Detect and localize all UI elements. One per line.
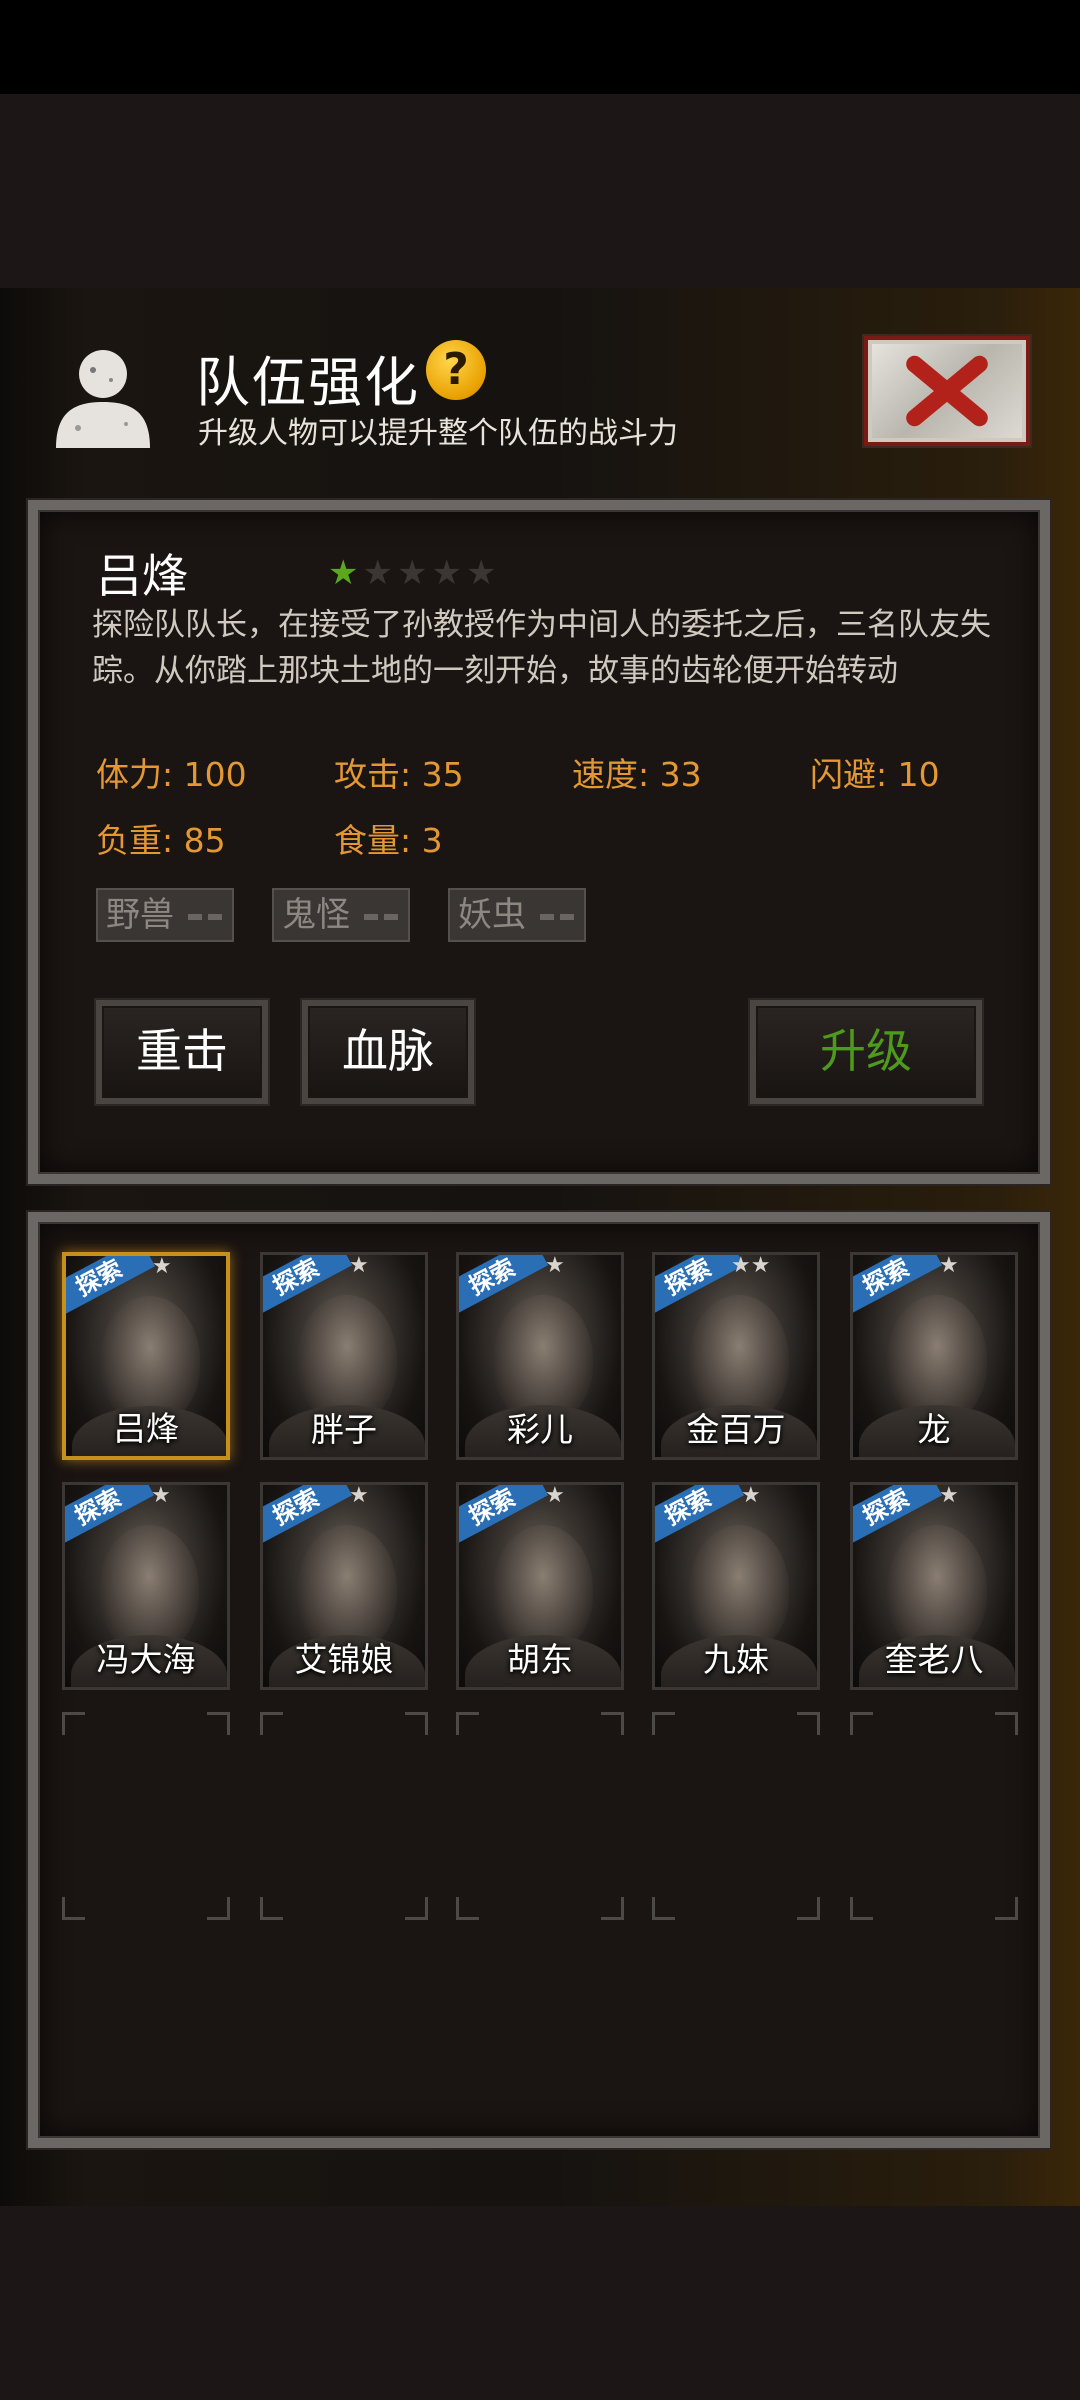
empty-slot <box>62 1712 230 1920</box>
empty-slot <box>456 1712 624 1920</box>
stat-dodge: 闪避: 10 <box>810 755 940 794</box>
star-icon: ★★ <box>731 1253 771 1278</box>
character-card-name: 金百万 <box>686 1410 786 1449</box>
stat-food: 食量: 3 <box>334 821 443 860</box>
character-card[interactable]: 探索 ★ 九妹 <box>652 1482 820 1690</box>
star-icon: ★ <box>741 1483 761 1508</box>
star-icon: ★ <box>545 1483 565 1508</box>
star-icon: ★ <box>362 553 393 593</box>
character-card-name: 九妹 <box>703 1640 769 1679</box>
slot-corner <box>601 1712 624 1735</box>
star-icon: ★ <box>431 553 462 593</box>
character-description: 探险队队长，在接受了孙教授作为中间人的委托之后，三名队友失踪。从你踏上那块土地的… <box>92 607 991 689</box>
slot-corner <box>260 1712 283 1735</box>
slot-corner <box>405 1897 428 1920</box>
character-card-name: 冯大海 <box>96 1640 196 1679</box>
character-card-name: 艾锦娘 <box>294 1640 394 1679</box>
slot-corner <box>652 1897 675 1920</box>
character-card-name: 龙 <box>917 1410 951 1449</box>
character-card[interactable]: 探索 ★ 胡东 <box>456 1482 624 1690</box>
character-card-name: 胡东 <box>507 1640 573 1679</box>
star-icon: ★ <box>396 553 428 593</box>
empty-slot <box>260 1712 428 1920</box>
slot-corner <box>995 1712 1018 1735</box>
character-card[interactable]: 探索 ★★ 金百万 <box>652 1252 820 1460</box>
star-icon: ★ <box>328 553 359 593</box>
page-subtitle: 升级人物可以提升整个队伍的战斗力 <box>198 416 678 451</box>
stat-stamina: 体力: 100 <box>96 755 247 794</box>
page-title: 队伍强化 <box>196 351 420 414</box>
slot-corner <box>797 1712 820 1735</box>
star-icon: ★ <box>465 553 497 593</box>
stat-attack: 攻击: 35 <box>334 755 464 794</box>
character-card[interactable]: 探索 ★ 艾锦娘 <box>260 1482 428 1690</box>
star-icon: ★ <box>939 1253 959 1278</box>
tag-beast: 野兽 <box>96 888 234 942</box>
tag-insect: 妖虫 <box>448 888 586 942</box>
star-icon: ★ <box>545 1253 565 1278</box>
upgrade-button[interactable]: 升级 <box>750 1000 982 1104</box>
slot-corner <box>207 1897 230 1920</box>
slot-corner <box>850 1897 873 1920</box>
star-icon: ★ <box>349 1253 369 1278</box>
stat-load: 负重: 85 <box>96 821 226 860</box>
character-card-name: 奎老八 <box>884 1640 984 1679</box>
close-button[interactable] <box>864 336 1030 446</box>
character-card[interactable]: 探索 ★ 冯大海 <box>62 1482 230 1690</box>
character-card-name: 吕烽 <box>113 1409 179 1448</box>
person-icon <box>56 350 150 448</box>
character-card[interactable]: 探索 ★ 彩儿 <box>456 1252 624 1460</box>
character-card[interactable]: 探索 ★ 奎老八 <box>850 1482 1018 1690</box>
slot-corner <box>850 1712 873 1735</box>
bloodline-button[interactable]: 血脉 <box>302 1000 474 1104</box>
slot-corner <box>456 1897 479 1920</box>
close-icon <box>906 355 988 427</box>
heavy-strike-button[interactable]: 重击 <box>96 1000 268 1104</box>
character-card-name: 彩儿 <box>507 1410 573 1449</box>
star-icon: ★ <box>151 1483 171 1508</box>
slot-corner <box>601 1897 624 1920</box>
slot-corner <box>405 1712 428 1735</box>
star-icon: ★ <box>349 1483 369 1508</box>
empty-slot <box>652 1712 820 1920</box>
character-card-name: 胖子 <box>311 1410 377 1449</box>
empty-slot <box>850 1712 1018 1920</box>
slot-corner <box>260 1897 283 1920</box>
help-icon[interactable]: ? <box>426 340 486 400</box>
star-icon: ★ <box>939 1483 959 1508</box>
character-card[interactable]: 探索 ★ 龙 <box>850 1252 1018 1460</box>
slot-corner <box>62 1897 85 1920</box>
star-rating: ★ ★ ★ ★ ★ <box>328 556 496 590</box>
slot-corner <box>797 1897 820 1920</box>
status-bar <box>0 0 1080 94</box>
character-card[interactable]: 探索 ★ 吕烽 <box>62 1252 230 1460</box>
star-icon: ★ <box>152 1254 172 1279</box>
stat-speed: 速度: 33 <box>572 755 702 794</box>
slot-corner <box>62 1712 85 1735</box>
slot-corner <box>207 1712 230 1735</box>
tag-ghost: 鬼怪 <box>272 888 410 942</box>
character-name: 吕烽 <box>96 549 188 603</box>
character-card[interactable]: 探索 ★ 胖子 <box>260 1252 428 1460</box>
slot-corner <box>652 1712 675 1735</box>
slot-corner <box>456 1712 479 1735</box>
slot-corner <box>995 1897 1018 1920</box>
